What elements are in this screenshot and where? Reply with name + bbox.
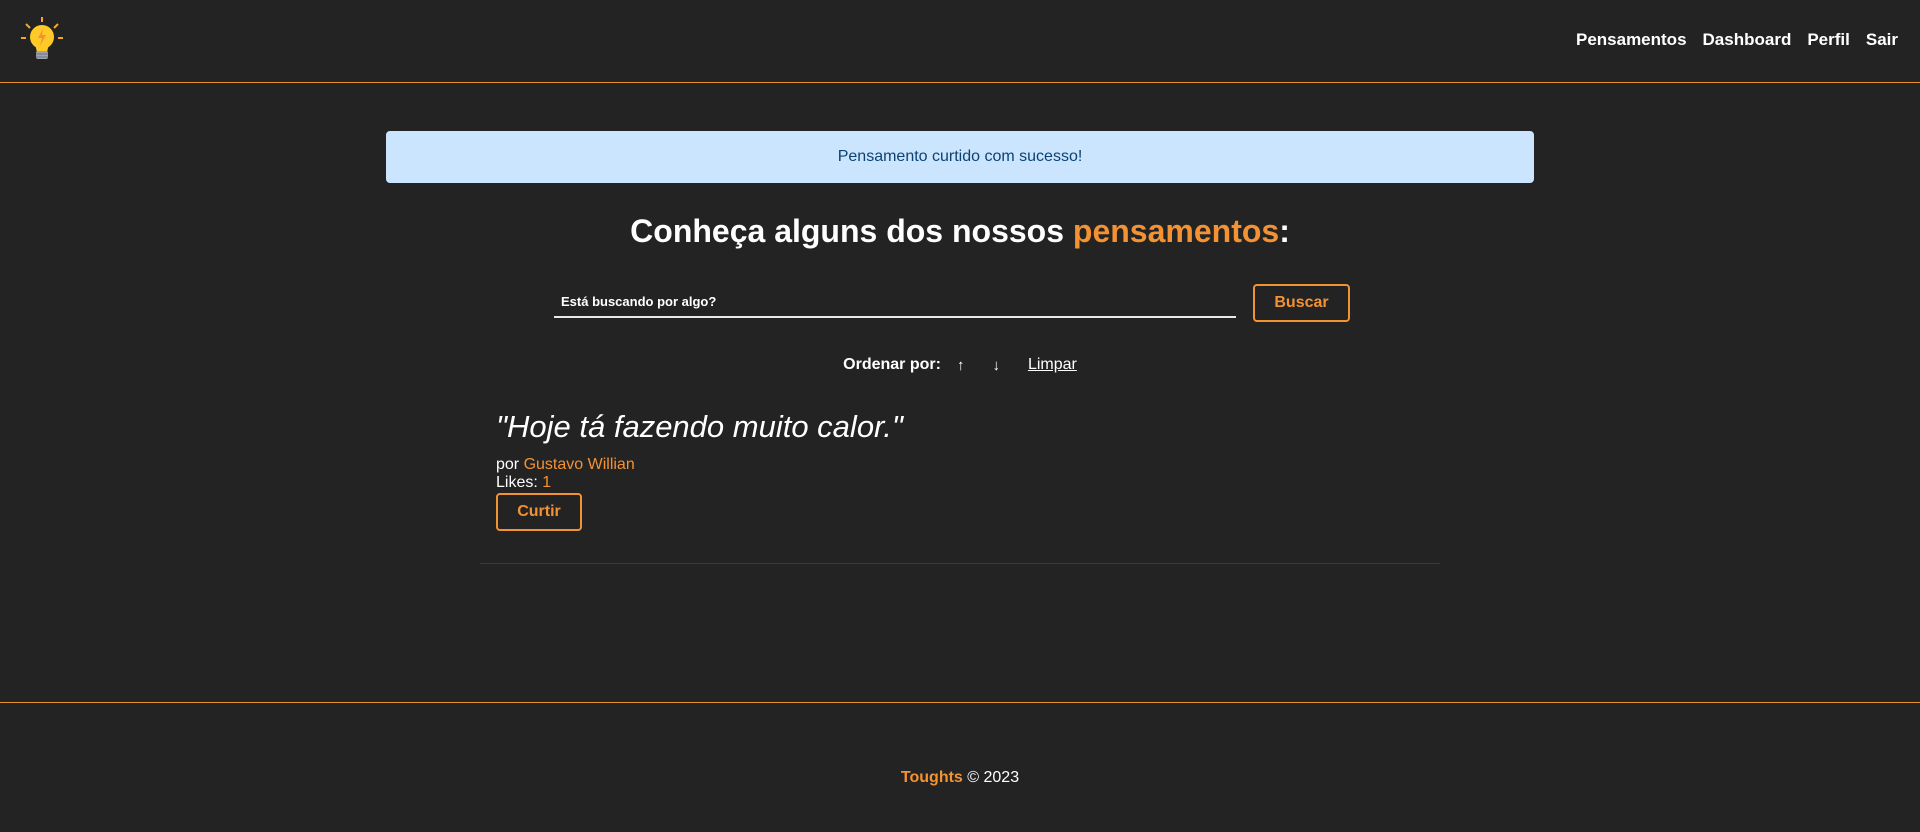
nav-links: Pensamentos Dashboard Perfil Sair <box>1576 30 1898 50</box>
thought-author-line: por Gustavo Willian <box>496 456 635 474</box>
footer: Toughts © 2023 <box>0 702 1920 832</box>
thought-text: "Hoje tá fazendo muito calor." <box>496 409 903 444</box>
page-title: Conheça alguns dos nossos pensamentos: <box>0 213 1920 250</box>
nav-link-perfil[interactable]: Perfil <box>1807 30 1850 50</box>
order-bar: Ordenar por: ↑ ↓ Limpar <box>0 356 1920 374</box>
order-label: Ordenar por: <box>843 356 941 373</box>
thought-card: "Hoje tá fazendo muito calor." por Gusta… <box>480 403 1440 564</box>
navbar: Pensamentos Dashboard Perfil Sair <box>0 0 1920 83</box>
like-button[interactable]: Curtir <box>496 493 582 531</box>
page-title-suffix: : <box>1279 213 1290 249</box>
likes-label: Likes: <box>496 474 543 491</box>
author-prefix: por <box>496 456 524 473</box>
flash-message: Pensamento curtido com sucesso! <box>386 131 1534 183</box>
search-button[interactable]: Buscar <box>1253 284 1350 322</box>
thought-likes-line: Likes: 1 <box>496 474 551 492</box>
footer-copyright: © 2023 <box>962 769 1020 786</box>
sort-ascending-icon[interactable]: ↑ <box>957 357 965 374</box>
nav-link-sair[interactable]: Sair <box>1866 30 1898 50</box>
footer-brand: Toughts <box>900 769 963 786</box>
lightbulb-icon[interactable] <box>20 16 64 62</box>
sort-descending-icon[interactable]: ↓ <box>992 357 1000 374</box>
likes-count: 1 <box>542 474 552 491</box>
page-title-prefix: Conheça alguns dos nossos <box>630 213 1073 249</box>
nav-link-dashboard[interactable]: Dashboard <box>1703 30 1792 50</box>
page-title-accent: pensamentos <box>1072 213 1280 249</box>
footer-text: Toughts © 2023 <box>0 769 1920 787</box>
clear-order-link[interactable]: Limpar <box>1028 356 1077 374</box>
thought-author: Gustavo Willian <box>523 456 635 473</box>
search-input[interactable] <box>554 287 1236 318</box>
nav-link-pensamentos[interactable]: Pensamentos <box>1576 30 1687 50</box>
